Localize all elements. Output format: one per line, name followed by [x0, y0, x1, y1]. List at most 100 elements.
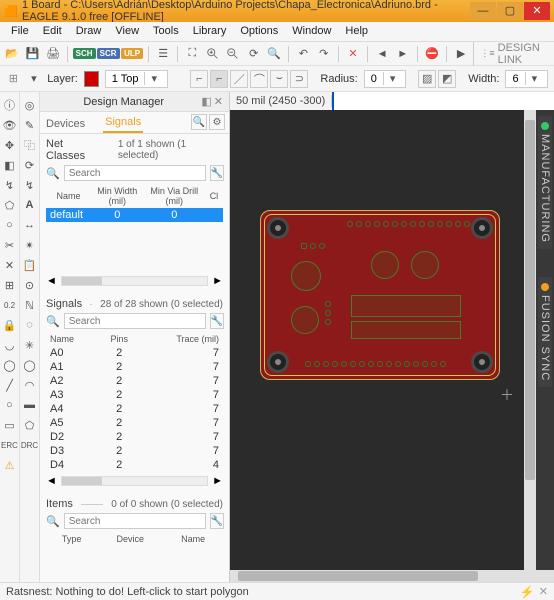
- copy-tool[interactable]: ⿻: [21, 136, 39, 154]
- smash-tool[interactable]: ✴: [21, 236, 39, 254]
- sch-button[interactable]: SCH: [74, 44, 94, 64]
- grid-icon[interactable]: ⊞: [6, 70, 21, 88]
- delete-tool[interactable]: ✕: [1, 256, 19, 274]
- zoom-fit-button[interactable]: ⛶: [184, 44, 200, 64]
- print-button[interactable]: 🖨: [45, 44, 61, 64]
- col-minw[interactable]: Min Width (mil): [91, 184, 144, 208]
- settings-icon[interactable]: ⚙: [209, 114, 225, 130]
- redo-button[interactable]: ↷: [316, 44, 332, 64]
- signal-row[interactable]: A427: [46, 402, 223, 416]
- canvas-vscroll[interactable]: [524, 110, 536, 570]
- cut-tool[interactable]: ✂: [1, 236, 19, 254]
- miter-b[interactable]: ◩: [438, 70, 456, 88]
- ratsnest-button[interactable]: ✕: [345, 44, 361, 64]
- hole-tool[interactable]: ◌: [21, 316, 39, 334]
- via-tool[interactable]: ◯: [1, 356, 19, 374]
- bend-4[interactable]: ⌣: [270, 70, 288, 88]
- via2-tool[interactable]: ◯: [21, 356, 39, 374]
- grid-drop-icon[interactable]: ▾: [27, 70, 42, 88]
- menu-view[interactable]: View: [108, 22, 146, 41]
- signal-row[interactable]: A027: [46, 346, 223, 360]
- fusion-sync-tab[interactable]: FUSION SYNC: [538, 277, 552, 387]
- col-name[interactable]: Name: [46, 184, 91, 208]
- move-tool[interactable]: ✥: [1, 136, 19, 154]
- highlight-tool[interactable]: 👁: [1, 116, 19, 134]
- menu-help[interactable]: Help: [338, 22, 375, 41]
- signal-row[interactable]: A227: [46, 374, 223, 388]
- col-minv[interactable]: Min Via Drill (mil): [144, 184, 205, 208]
- tab-signals[interactable]: Signals: [103, 113, 143, 133]
- bend-1[interactable]: ⌐: [210, 70, 228, 88]
- ripup-tool[interactable]: ↯: [21, 176, 39, 194]
- ulp-button[interactable]: ULP: [122, 44, 142, 64]
- miter-a[interactable]: ▨: [418, 70, 436, 88]
- manufacturing-tab[interactable]: MANUFACTURING: [538, 116, 552, 249]
- arc2-tool[interactable]: ◠: [21, 376, 39, 394]
- show-tool[interactable]: ◎: [21, 96, 39, 114]
- bend-0[interactable]: ⌐: [190, 70, 208, 88]
- route-tool[interactable]: ↯: [1, 176, 19, 194]
- menu-draw[interactable]: Draw: [69, 22, 109, 41]
- signals-search[interactable]: [64, 313, 206, 329]
- maximize-button[interactable]: ▢: [497, 2, 523, 20]
- tab-devices[interactable]: Devices: [44, 115, 87, 133]
- run-button[interactable]: ▶: [453, 44, 469, 64]
- layers-button[interactable]: ☰: [155, 44, 171, 64]
- bend-5[interactable]: ⊃: [290, 70, 308, 88]
- attr-tool[interactable]: ⊞: [1, 276, 19, 294]
- scr-button[interactable]: SCR: [98, 44, 118, 64]
- signal-row[interactable]: D227: [46, 430, 223, 444]
- arc-tool[interactable]: ◡: [1, 336, 19, 354]
- items-filter-icon[interactable]: 🔧: [210, 513, 224, 529]
- fill-tool[interactable]: ▬: [21, 396, 39, 414]
- menu-options[interactable]: Options: [233, 22, 285, 41]
- poly2-tool[interactable]: ⬠: [21, 416, 39, 434]
- netclasses-filter-icon[interactable]: 🔧: [210, 165, 224, 181]
- circle-tool[interactable]: ○: [1, 216, 19, 234]
- bend-2[interactable]: ／: [230, 70, 248, 88]
- signals-filter-icon[interactable]: 🔧: [210, 313, 224, 329]
- paste-tool[interactable]: 📋: [21, 256, 39, 274]
- netclasses-search[interactable]: [64, 165, 206, 181]
- items-search[interactable]: [64, 513, 206, 529]
- netclasses-hscroll[interactable]: ◄►: [46, 274, 223, 288]
- signals-hscroll[interactable]: ◄►: [46, 474, 223, 488]
- drc-tool[interactable]: DRC: [21, 436, 39, 454]
- status-close-icon[interactable]: ✕: [539, 585, 548, 598]
- col-cl[interactable]: Cl: [205, 184, 223, 208]
- menu-file[interactable]: File: [4, 22, 36, 41]
- layer-combo[interactable]: 1 Top▾: [105, 70, 169, 88]
- signal-row[interactable]: A527: [46, 416, 223, 430]
- name-tool[interactable]: ℕ: [21, 296, 39, 314]
- zoom-out-button[interactable]: [225, 44, 241, 64]
- minimize-button[interactable]: —: [470, 2, 496, 20]
- signal-row[interactable]: D424: [46, 458, 223, 472]
- width-combo[interactable]: 6▾: [505, 70, 548, 88]
- open-button[interactable]: 📂: [4, 44, 20, 64]
- text-tool[interactable]: A: [21, 196, 39, 214]
- edit-tool[interactable]: ✎: [21, 116, 39, 134]
- design-link[interactable]: ⋮≡ DESIGN LINK: [473, 42, 550, 66]
- forward-button[interactable]: ►: [394, 44, 410, 64]
- panel-close-icon[interactable]: ✕: [214, 95, 223, 108]
- layer-swatch[interactable]: [84, 71, 99, 87]
- mark-tool[interactable]: ⊙: [21, 276, 39, 294]
- zoom-redraw-button[interactable]: ⟳: [245, 44, 261, 64]
- rect-tool[interactable]: ▭: [1, 416, 19, 434]
- zoom-select-button[interactable]: 🔍: [266, 44, 282, 64]
- back-button[interactable]: ◄: [374, 44, 390, 64]
- menu-tools[interactable]: Tools: [146, 22, 186, 41]
- bend-3[interactable]: ⌒: [250, 70, 268, 88]
- panel-float-icon[interactable]: ◧: [201, 95, 211, 108]
- find-icon[interactable]: 🔍: [191, 114, 207, 130]
- split-tool[interactable]: ↔: [21, 216, 39, 234]
- radius-combo[interactable]: 0▾: [364, 70, 407, 88]
- connect-icon[interactable]: ⚡: [520, 585, 535, 599]
- warning-icon[interactable]: ⚠: [1, 456, 19, 474]
- close-button[interactable]: ✕: [524, 2, 550, 20]
- canvas-hscroll[interactable]: [230, 570, 554, 582]
- signal-row[interactable]: A127: [46, 360, 223, 374]
- lock-tool[interactable]: 🔒: [1, 316, 19, 334]
- info-tool[interactable]: ⓘ: [1, 96, 19, 114]
- signal-tool[interactable]: ✳: [21, 336, 39, 354]
